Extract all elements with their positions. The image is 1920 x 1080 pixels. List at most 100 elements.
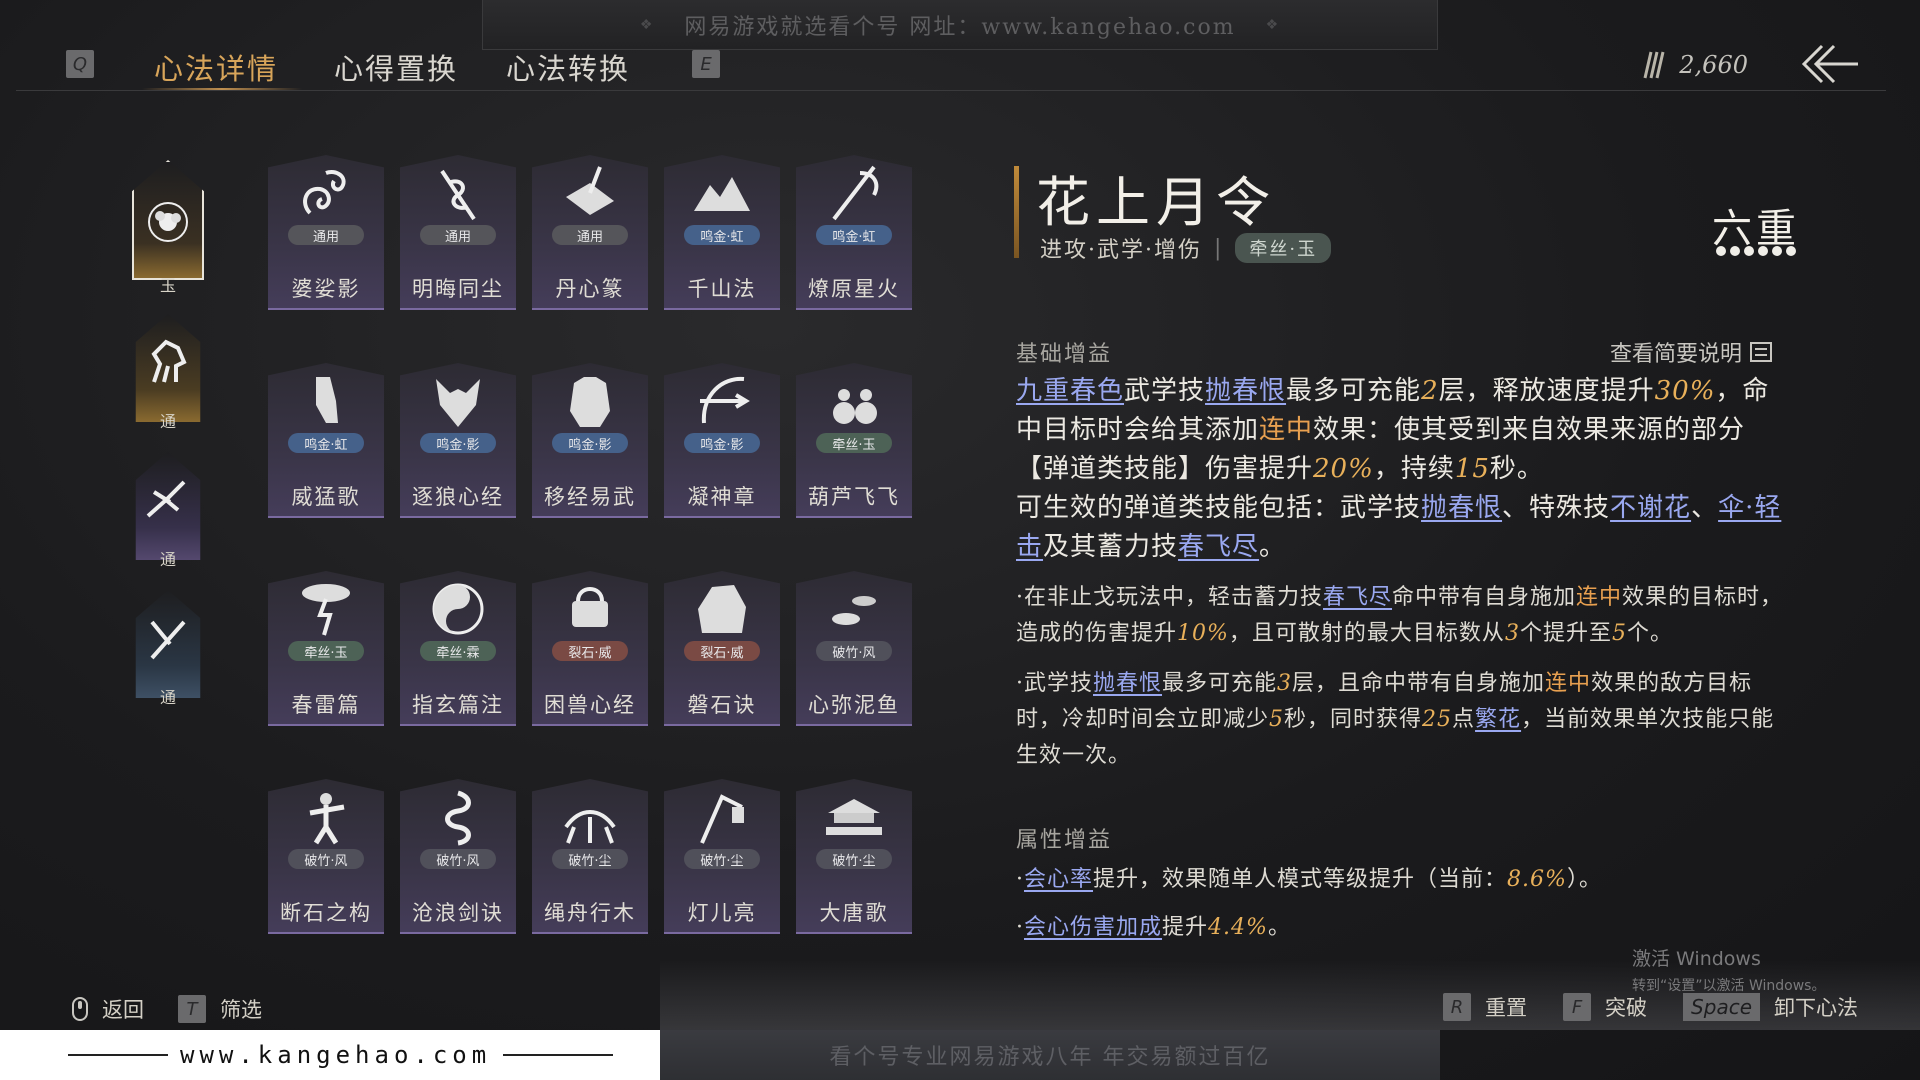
term-link[interactable]: 会心伤害加成 [1024, 915, 1162, 940]
activation-line-1: 激活 Windows [1632, 948, 1761, 970]
value: 5 [1269, 707, 1285, 732]
tab-insight-exchange[interactable]: 心得置换 [334, 46, 458, 88]
value: 10% [1177, 621, 1229, 646]
heart-method-card[interactable]: 牵丝·霖指玄篇注 [400, 571, 516, 726]
heart-method-card[interactable]: 通用 丹心篆 [532, 155, 648, 310]
text: 最多可充能 [1286, 376, 1422, 406]
filter-key[interactable]: T [178, 995, 206, 1023]
unequip-hint[interactable]: 卸下心法 [1774, 992, 1858, 1022]
rank-item-tong-2[interactable]: 通 [128, 446, 208, 576]
tab-method-convert[interactable]: 心法转换 [506, 46, 630, 88]
lightning-tree-icon [302, 584, 350, 636]
heart-method-card[interactable]: 破竹·风断石之构 [268, 779, 384, 934]
heart-method-card[interactable]: 鸣金·虹 燎原星火 [796, 155, 912, 310]
text: ·武学技 [1016, 671, 1093, 696]
rank-item-tong-3[interactable]: 通 [128, 584, 208, 714]
rank-label: 通 [159, 550, 176, 569]
method-tags: 进攻·武学·增伤 | 牵丝·玉 [1040, 232, 1332, 264]
attribute-bonus-label: 属性增益 [1016, 828, 1113, 853]
filter-hint[interactable]: 筛选 [220, 994, 262, 1024]
heart-method-card[interactable]: 破竹·风 心弥泥鱼 [796, 571, 912, 726]
text: ）。 [1566, 867, 1602, 892]
tier-dot [1772, 246, 1782, 256]
heart-method-card[interactable]: 破竹·尘 灯儿亮 [664, 779, 780, 934]
prev-tab-key[interactable]: Q [66, 50, 94, 78]
heart-method-card[interactable]: 破竹·尘 大唐歌 [796, 779, 912, 934]
text: · [1016, 915, 1024, 940]
term-link[interactable]: 繁花 [1475, 707, 1521, 732]
card-underline [268, 516, 384, 518]
text: 。 [1259, 532, 1287, 562]
term-link[interactable]: 春飞尽 [1178, 532, 1259, 562]
card-name: 指玄篇注 [412, 693, 504, 717]
heart-method-card[interactable]: 通用 婆娑影 [268, 155, 384, 310]
heart-method-card[interactable]: 破竹·风 沧浪剑诀 [400, 779, 516, 934]
text: 层，且命中带有自身施加 [1292, 671, 1546, 696]
card-school-tag: 通用 [420, 225, 496, 245]
next-tab-key[interactable]: E [692, 50, 720, 78]
view-brief-button[interactable]: 查看简要说明 [1610, 336, 1773, 368]
eagle-icon [146, 480, 186, 518]
rank-label: 通 [159, 688, 176, 707]
card-school-tag: 牵丝·霖 [420, 641, 496, 661]
back-arrow-icon[interactable] [1800, 42, 1860, 86]
card-name: 燎原星火 [808, 277, 900, 301]
term-link[interactable]: 会心率 [1024, 867, 1093, 892]
card-school-tag: 破竹·风 [288, 849, 364, 869]
heart-method-card[interactable]: 牵丝·玉春雷篇 [268, 571, 384, 726]
breakthrough-hint[interactable]: 突破 [1605, 992, 1647, 1022]
reset-hint[interactable]: 重置 [1485, 992, 1527, 1022]
back-hint[interactable]: 返回 [102, 994, 144, 1024]
heart-method-card[interactable]: 牵丝·玉 葫芦飞飞 [796, 363, 912, 518]
card-school-tag: 裂石·威 [684, 641, 760, 661]
tab-heart-method-detail[interactable]: 心法详情 [154, 46, 278, 88]
card-school-tag: 通用 [288, 225, 364, 245]
rank-item-tong-1[interactable]: 通 [128, 308, 208, 438]
card-name: 移经易武 [544, 485, 636, 509]
text: 层，释放速度提升 [1438, 376, 1655, 406]
heart-method-card[interactable]: 破竹·尘 绳舟行木 [532, 779, 648, 934]
text: 个提升至 [1519, 621, 1612, 646]
heart-method-card[interactable]: 鸣金·虹 威猛歌 [268, 363, 384, 518]
reset-key[interactable]: R [1443, 993, 1472, 1021]
heart-method-card[interactable]: 鸣金·影 移经易武 [532, 363, 648, 518]
term-link[interactable]: 春飞尽 [1323, 585, 1392, 610]
footer-left-hints: 返回 T 筛选 [72, 994, 262, 1024]
heart-method-card[interactable]: 裂石·威 困兽心经 [532, 571, 648, 726]
horse-icon [151, 339, 187, 383]
card-name: 断石之构 [280, 901, 372, 925]
rank-item-jade[interactable]: 玉 [128, 160, 208, 295]
boulder-icon [698, 585, 746, 633]
term-link[interactable]: 抛春恨 [1421, 493, 1502, 523]
card-underline [268, 932, 384, 934]
unequip-key[interactable]: Space [1683, 993, 1760, 1021]
card-underline [532, 516, 648, 518]
breakthrough-key[interactable]: F [1563, 993, 1592, 1021]
card-school-tag: 破竹·尘 [684, 849, 760, 869]
basic-bonus-label: 基础增益 [1016, 342, 1113, 367]
card-name: 春雷篇 [291, 693, 361, 717]
heart-method-card[interactable]: 鸣金·影 凝神章 [664, 363, 780, 518]
term-link[interactable]: 不谢花 [1610, 493, 1691, 523]
text: ，且可散射的最大目标数从 [1228, 621, 1505, 646]
card-school-tag: 破竹·尘 [816, 849, 892, 869]
heart-method-card[interactable]: 鸣金·影 逐狼心经 [400, 363, 516, 518]
card-underline [268, 308, 384, 310]
value: 30% [1654, 376, 1716, 406]
heart-method-card[interactable]: 通用 明晦同尘 [400, 155, 516, 310]
text: 提升 [1162, 915, 1209, 940]
card-name: 绳舟行木 [544, 901, 636, 925]
card-school-tag: 牵丝·玉 [288, 641, 364, 661]
heart-method-card[interactable]: 鸣金·虹 千山法 [664, 155, 780, 310]
term-link[interactable]: 抛春恨 [1093, 671, 1162, 696]
effect-paragraph-3: ·在非止戈玩法中，轻击蓄力技春飞尽命中带有自身施加连中效果的目标时，造成的伤害提… [1016, 580, 1796, 652]
feather-coin-icon [1643, 51, 1665, 79]
term-link[interactable]: 九重春色 [1016, 376, 1124, 406]
effect-paragraph-4: ·武学技抛春恨最多可充能3层，且命中带有自身施加连中效果的敌方目标时，冷却时间会… [1016, 666, 1796, 774]
roots-icon [564, 810, 616, 844]
card-underline [532, 308, 648, 310]
term-link[interactable]: 抛春恨 [1205, 376, 1286, 406]
text: 最多可充能 [1162, 671, 1278, 696]
lantern-pole-icon [700, 794, 744, 844]
heart-method-card[interactable]: 裂石·威 磐石诀 [664, 571, 780, 726]
